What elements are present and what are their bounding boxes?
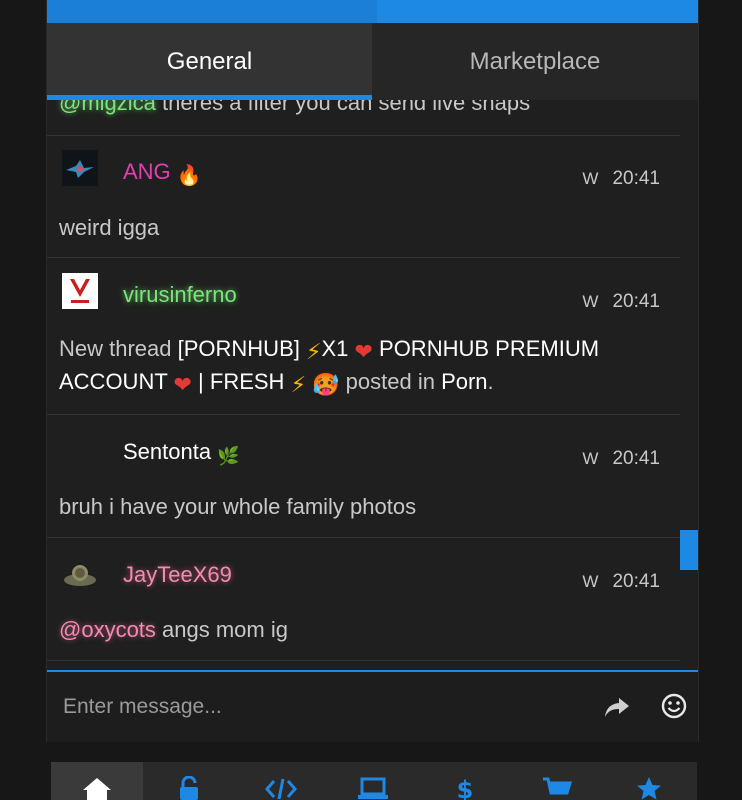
cart-icon xyxy=(543,777,572,795)
message-timestamp: W 20:41 xyxy=(582,291,660,312)
nav-cart[interactable] xyxy=(511,762,603,800)
star-icon xyxy=(637,777,661,800)
username[interactable]: Sentonta 🌿 xyxy=(123,439,240,467)
share-arrow-icon xyxy=(605,698,629,717)
username[interactable]: virusinferno xyxy=(123,282,237,308)
message-feed[interactable]: @migzica theres a filter you can send li… xyxy=(47,100,698,670)
tab-marketplace-label: Marketplace xyxy=(469,47,601,75)
leaf-icon: 🌿 xyxy=(217,446,240,466)
heart-icon: ❤ xyxy=(173,372,192,397)
chat-panel: General Marketplace @migzica theres a fi… xyxy=(46,0,699,742)
nav-star[interactable] xyxy=(603,762,695,800)
message-text: weird igga xyxy=(59,215,160,240)
tab-bar: General Marketplace xyxy=(47,23,698,100)
user-badge-icon: 🔥 xyxy=(176,165,202,187)
tab-general[interactable]: General xyxy=(47,23,372,100)
message-text: @oxycots angs mom ig xyxy=(59,617,288,642)
message-text: ACCOUNT ❤ | FRESH ⚡ 🥵 posted in Porn. xyxy=(59,369,494,397)
username[interactable]: ANG 🔥 xyxy=(123,159,202,188)
mention-link[interactable]: @migzica xyxy=(59,100,156,115)
message-item: ANG 🔥 W 20:41 weird igga xyxy=(47,135,680,258)
send-button[interactable] xyxy=(602,692,632,722)
lightning-icon: ⚡ xyxy=(305,339,322,364)
message-text: @migzica theres a filter you can send li… xyxy=(59,100,530,116)
heart-icon: ❤ xyxy=(354,339,373,364)
header-bar xyxy=(47,0,698,23)
emoji-button[interactable] xyxy=(658,690,690,722)
message-composer xyxy=(47,670,698,742)
message-body: theres a filter you can send live snaps xyxy=(155,100,531,115)
message-text: New thread [PORNHUB] ⚡X1 ❤ PORNHUB PREMI… xyxy=(59,336,600,364)
avatar[interactable] xyxy=(62,150,98,186)
tab-marketplace[interactable]: Marketplace xyxy=(372,23,698,100)
message-timestamp: W 20:41 xyxy=(582,448,660,469)
home-icon xyxy=(83,778,111,800)
message-timestamp: W 20:41 xyxy=(582,168,660,189)
username[interactable]: JayTeeX69 xyxy=(123,562,232,588)
nav-laptop[interactable] xyxy=(327,762,419,800)
smiley-icon xyxy=(661,693,687,719)
message-item: JayTeeX69 W 20:41 @oxycots angs mom ig xyxy=(47,538,680,661)
nav-dollar[interactable]: $ xyxy=(419,762,511,800)
mention-link[interactable]: @oxycots xyxy=(59,617,156,642)
forum-link[interactable]: Porn xyxy=(441,369,487,394)
scrollbar-thumb[interactable] xyxy=(680,530,698,570)
nav-unlock[interactable] xyxy=(143,762,235,800)
message-item: @migzica theres a filter you can send li… xyxy=(47,100,680,136)
bottom-navigation: $ xyxy=(51,762,697,800)
hot-face-icon: 🥵 xyxy=(312,372,340,397)
message-item: virusinferno W 20:41 New thread [PORNHUB]… xyxy=(47,258,680,415)
laptop-icon xyxy=(358,777,388,799)
dollar-icon: $ xyxy=(457,776,474,800)
svg-text:$: $ xyxy=(457,776,474,800)
message-input[interactable] xyxy=(61,688,565,726)
nav-home[interactable] xyxy=(51,762,143,800)
lightning-icon: ⚡ xyxy=(290,372,307,397)
message-item: Sentonta 🌿 W 20:41 bruh i have your whole… xyxy=(47,415,680,538)
unlock-icon xyxy=(180,776,198,800)
message-timestamp: W 20:41 xyxy=(582,571,660,592)
message-text: bruh i have your whole family photos xyxy=(59,494,417,519)
nav-code[interactable] xyxy=(235,762,327,800)
avatar[interactable] xyxy=(62,273,98,309)
code-icon xyxy=(265,778,297,800)
tab-general-label: General xyxy=(166,47,253,75)
avatar[interactable] xyxy=(62,556,98,592)
